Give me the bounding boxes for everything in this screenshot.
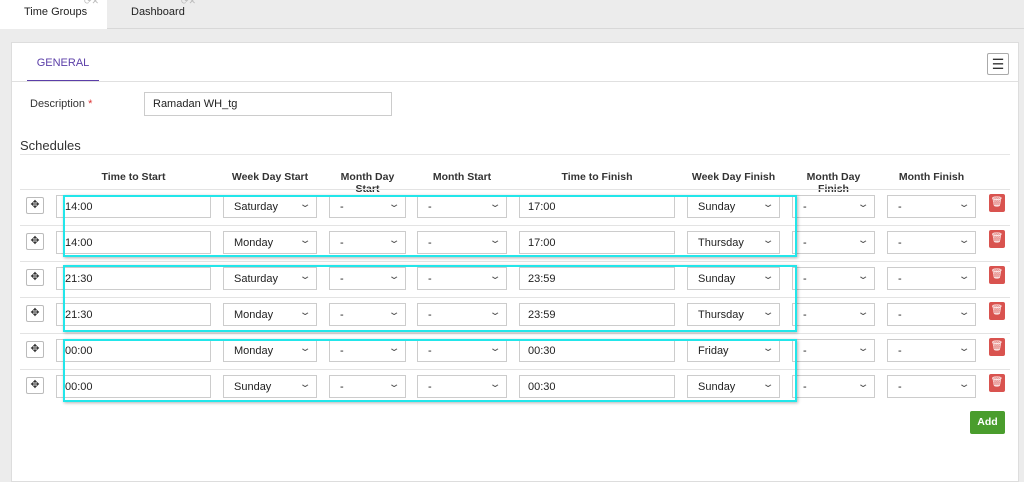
chevron-down-icon: ⌄ <box>957 235 971 246</box>
description-label: Description * <box>30 98 93 110</box>
trash-icon[interactable]: 🗑 <box>989 194 1005 212</box>
trash-icon[interactable]: 🗑 <box>989 338 1005 356</box>
month-finish-select[interactable]: - ⌄ <box>887 195 976 218</box>
drag-handle-icon[interactable]: ✥ <box>26 197 44 214</box>
highlight-box <box>63 339 797 402</box>
column-header-time-to-finish: Time to Finish <box>561 171 633 183</box>
month-finish-select[interactable]: - ⌄ <box>887 339 976 362</box>
add-button[interactable]: Add <box>970 411 1005 434</box>
month-day-finish-select[interactable]: - ⌄ <box>792 231 875 254</box>
highlight-box <box>63 265 797 332</box>
drag-handle-icon[interactable]: ✥ <box>26 233 44 250</box>
trash-icon[interactable]: 🗑 <box>989 266 1005 284</box>
month-finish-select[interactable]: - ⌄ <box>887 375 976 398</box>
chevron-down-icon: ⌄ <box>957 271 971 282</box>
schedules-title: Schedules <box>20 138 81 153</box>
drag-handle-icon[interactable]: ✥ <box>26 341 44 358</box>
column-header-time-to-start: Time to Start <box>101 171 166 183</box>
month-day-finish-select[interactable]: - ⌄ <box>792 339 875 362</box>
drag-handle-icon[interactable]: ✥ <box>26 377 44 394</box>
list-icon[interactable]: ☰ <box>987 53 1009 75</box>
chevron-down-icon: ⌄ <box>856 271 870 282</box>
month-finish-select[interactable]: - ⌄ <box>887 231 976 254</box>
chevron-down-icon: ⌄ <box>856 379 870 390</box>
tab-time-groups[interactable]: Time Groups ⟳✕ <box>0 0 107 29</box>
highlight-box <box>63 195 797 257</box>
chevron-down-icon: ⌄ <box>856 235 870 246</box>
refresh-close-icons[interactable]: ⟳✕ <box>84 0 99 7</box>
column-header-week-day-start: Week Day Start <box>231 171 309 183</box>
chevron-down-icon: ⌄ <box>957 199 971 210</box>
column-header-month-finish: Month Finish <box>898 171 965 183</box>
tab-general[interactable]: GENERAL <box>27 43 99 82</box>
month-finish-select[interactable]: - ⌄ <box>887 303 976 326</box>
trash-icon[interactable]: 🗑 <box>989 302 1005 320</box>
refresh-close-icons[interactable]: ⟳✕ <box>181 0 196 7</box>
description-input[interactable]: Ramadan WH_tg <box>144 92 392 116</box>
chevron-down-icon: ⌄ <box>957 379 971 390</box>
drag-handle-icon[interactable]: ✥ <box>26 269 44 286</box>
month-day-finish-select[interactable]: - ⌄ <box>792 195 875 218</box>
chevron-down-icon: ⌄ <box>957 307 971 318</box>
chevron-down-icon: ⌄ <box>856 307 870 318</box>
trash-icon[interactable]: 🗑 <box>989 374 1005 392</box>
month-finish-select[interactable]: - ⌄ <box>887 267 976 290</box>
month-day-finish-select[interactable]: - ⌄ <box>792 267 875 290</box>
chevron-down-icon: ⌄ <box>856 343 870 354</box>
column-header-week-day-finish: Week Day Finish <box>691 171 776 183</box>
page-tabs: Time Groups ⟳✕ Dashboard ⟳✕ <box>0 0 1024 29</box>
form-panel: GENERAL ☰ Description * Ramadan WH_tg Sc… <box>11 42 1019 482</box>
divider <box>20 154 1010 155</box>
trash-icon[interactable]: 🗑 <box>989 230 1005 248</box>
drag-handle-icon[interactable]: ✥ <box>26 305 44 322</box>
tab-dashboard[interactable]: Dashboard ⟳✕ <box>131 0 196 29</box>
column-header-month-start: Month Start <box>432 171 492 183</box>
month-day-finish-select[interactable]: - ⌄ <box>792 375 875 398</box>
chevron-down-icon: ⌄ <box>957 343 971 354</box>
chevron-down-icon: ⌄ <box>856 199 870 210</box>
divider <box>12 81 1018 82</box>
month-day-finish-select[interactable]: - ⌄ <box>792 303 875 326</box>
